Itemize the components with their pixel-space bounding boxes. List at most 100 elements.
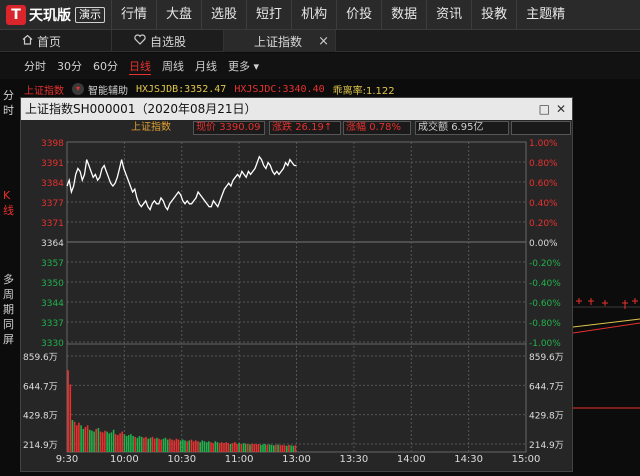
- app-logo[interactable]: T 天玑版 演示: [0, 0, 105, 30]
- popup-title-bar[interactable]: 上证指数SH000001（2020年08月21日） □ ✕: [21, 98, 572, 120]
- rail-multi-period[interactable]: 多周期同屏: [3, 272, 17, 347]
- price-tick-label: 3337: [41, 319, 64, 329]
- volume-bar: [205, 442, 208, 452]
- intraday-chart[interactable]: 3398 1.00% 3391 0.80% 3384 0.60% 3377 0.40% 3371…: [21, 120, 572, 471]
- tab-shanghai-index[interactable]: 上证指数 ×: [224, 30, 336, 52]
- pct-tick-label: 0.80%: [529, 159, 558, 169]
- period-30min[interactable]: 30分: [57, 58, 82, 74]
- volume-bar: [93, 431, 95, 452]
- nav-item-institution[interactable]: 机构: [291, 0, 336, 30]
- volume-bar: [147, 438, 149, 452]
- volume-bar: [67, 370, 69, 452]
- close-icon[interactable]: ✕: [556, 98, 566, 120]
- volume-bar: [264, 444, 266, 452]
- volume-bar: [208, 441, 210, 452]
- pct-tick-label: -0.20%: [529, 259, 561, 269]
- volume-bar: [151, 436, 154, 452]
- period-more-dropdown[interactable]: 更多 ▾: [228, 58, 259, 74]
- volume-tick-label: 859.6万: [23, 353, 58, 363]
- volume-tick-label-right: 429.8万: [529, 412, 564, 422]
- volume-bar: [277, 444, 279, 452]
- volume-bar: [229, 444, 232, 452]
- period-60min[interactable]: 60分: [93, 58, 118, 74]
- volume-bar: [160, 439, 162, 452]
- volume-bar: [210, 442, 212, 452]
- nav-item-quotes[interactable]: 行情: [111, 0, 156, 30]
- volume-bar: [69, 384, 72, 452]
- pct-tick-label: -0.60%: [529, 299, 561, 309]
- time-tick-label: 13:30: [339, 454, 368, 465]
- rail-intraday[interactable]: 分时: [3, 88, 17, 118]
- price-tick-label: 3371: [41, 219, 64, 229]
- volume-bar: [173, 440, 175, 452]
- logo-text: 天玑版: [29, 7, 71, 24]
- volume-bar: [214, 441, 217, 452]
- index-name: 上证指数: [24, 85, 64, 97]
- volume-bar: [71, 420, 74, 452]
- volume-bar: [249, 444, 251, 452]
- pct-tick-label: 0.20%: [529, 219, 558, 229]
- price-tick-label: 3344: [41, 299, 64, 309]
- volume-bar: [175, 438, 178, 452]
- volume-bar: [251, 443, 253, 452]
- time-tick-label: 10:00: [110, 454, 139, 465]
- volume-bar: [108, 433, 110, 452]
- volume-bar: [281, 444, 284, 452]
- volume-bar: [234, 442, 236, 452]
- volume-bar: [156, 437, 158, 452]
- period-intraday[interactable]: 分时: [24, 58, 46, 74]
- volume-bar: [286, 445, 288, 452]
- tab-label: 自选股: [150, 34, 187, 49]
- nav-item-themes[interactable]: 主题精: [516, 0, 574, 30]
- volume-bar: [290, 445, 292, 452]
- tab-home[interactable]: 首页: [0, 30, 112, 52]
- volume-bar: [123, 434, 126, 452]
- nav-item-market[interactable]: 大盘: [156, 0, 201, 30]
- nav-item-short-term[interactable]: 短打: [246, 0, 291, 30]
- tab-watchlist[interactable]: 自选股: [112, 30, 224, 52]
- volume-bar: [86, 425, 89, 452]
- volume-bar: [134, 436, 136, 452]
- volume-bar: [125, 436, 128, 452]
- volume-bar: [97, 428, 100, 452]
- volume-bar: [114, 434, 117, 452]
- volume-bar: [197, 441, 199, 452]
- volume-bar: [182, 439, 184, 452]
- nav-item-stock-picker[interactable]: 选股: [201, 0, 246, 30]
- volume-bar: [184, 440, 186, 452]
- volume-bar: [260, 444, 262, 452]
- nav-item-value-invest[interactable]: 价投: [336, 0, 381, 30]
- period-daily[interactable]: 日线: [129, 58, 151, 75]
- price-tick-label: 3391: [41, 159, 64, 169]
- nav-item-education[interactable]: 投教: [471, 0, 516, 30]
- logo-icon: T: [6, 4, 26, 25]
- dropdown-icon[interactable]: ▾: [72, 83, 84, 95]
- background-chart-area: [572, 97, 640, 472]
- volume-bar: [162, 438, 165, 452]
- nav-item-data[interactable]: 数据: [381, 0, 426, 30]
- maximize-icon[interactable]: □: [539, 98, 550, 120]
- volume-bar: [82, 428, 85, 452]
- volume-bar: [140, 436, 143, 452]
- volume-bar: [138, 436, 141, 452]
- nav-item-news[interactable]: 资讯: [426, 0, 471, 30]
- volume-bar: [171, 439, 173, 452]
- volume-bar: [201, 440, 204, 452]
- tab-bar: 首页 自选股 上证指数 ×: [0, 30, 640, 52]
- rail-kline[interactable]: K线: [3, 188, 17, 218]
- volume-bar: [143, 437, 145, 452]
- volume-bar: [104, 430, 106, 452]
- time-tick-label: 14:30: [454, 454, 483, 465]
- close-icon[interactable]: ×: [318, 34, 329, 49]
- price-tick-label: 3364: [41, 239, 64, 249]
- time-tick-label: 15:00: [512, 454, 541, 465]
- volume-bar: [169, 438, 171, 452]
- volume-bar: [177, 439, 180, 452]
- pct-tick-label: -1.00%: [529, 339, 561, 349]
- period-weekly[interactable]: 周线: [162, 58, 184, 74]
- volume-bar: [283, 445, 286, 452]
- volume-tick-label: 214.9万: [23, 441, 58, 451]
- period-monthly[interactable]: 月线: [195, 58, 217, 74]
- smart-assist-label[interactable]: 智能辅助: [88, 82, 128, 97]
- volume-bar: [257, 444, 260, 452]
